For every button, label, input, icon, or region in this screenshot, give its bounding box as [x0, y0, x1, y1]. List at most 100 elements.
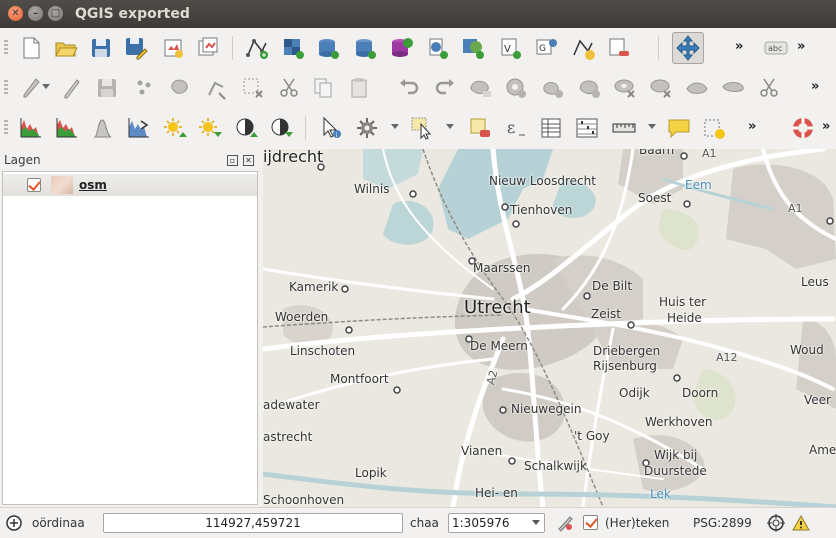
full-dataset-stretch-icon[interactable]	[126, 115, 152, 141]
close-window-button[interactable]: ✕	[8, 6, 23, 21]
cumulative-cut-icon[interactable]	[90, 115, 116, 141]
decrease-brightness-icon[interactable]	[197, 115, 223, 141]
histogram-stretch-icon[interactable]	[18, 115, 44, 141]
open-project-icon[interactable]	[53, 35, 79, 61]
add-part-icon[interactable]	[540, 75, 566, 101]
maximize-window-button[interactable]: □	[48, 6, 63, 21]
map-label: Nieuw Loosdrecht	[489, 174, 596, 188]
toolbar-grip[interactable]	[4, 40, 8, 56]
svg-text:G: G	[539, 44, 546, 54]
select-features-dropdown[interactable]	[446, 124, 454, 129]
chevron-down-icon[interactable]	[532, 520, 540, 525]
label-toolbar-icon[interactable]: abc	[763, 35, 788, 61]
field-calculator-icon[interactable]: ε	[503, 115, 529, 141]
toolbar-overflow-button[interactable]: »	[748, 119, 756, 134]
copy-features-icon[interactable]	[310, 75, 336, 101]
remove-layer-icon[interactable]	[605, 35, 631, 61]
map-canvas[interactable]: ijdrecht Wilnis Nieuw Loosdrecht Baarn A…	[263, 149, 836, 507]
coordinate-field[interactable]: 114927,459721	[103, 513, 403, 533]
simplify-feature-icon[interactable]	[468, 75, 494, 101]
add-oracle-layer-icon[interactable]	[424, 35, 450, 61]
new-project-icon[interactable]	[18, 35, 44, 61]
toggle-editing-icon[interactable]	[58, 75, 84, 101]
add-postgis-layer-icon[interactable]	[315, 35, 341, 61]
toolbar-grip[interactable]	[4, 120, 8, 136]
raster-attributes-toolbar: i ε » »	[0, 108, 836, 148]
new-bookmark-icon[interactable]	[701, 115, 727, 141]
save-layer-edits-icon[interactable]	[94, 75, 120, 101]
pan-map-icon[interactable]	[672, 32, 704, 64]
fill-ring-icon[interactable]	[577, 75, 603, 101]
window-title: QGIS exported	[75, 6, 190, 22]
save-project-as-icon[interactable]	[123, 35, 149, 61]
decrease-contrast-icon[interactable]	[268, 115, 294, 141]
minimize-window-button[interactable]: –	[28, 6, 43, 21]
increase-contrast-icon[interactable]	[233, 115, 259, 141]
open-attribute-table-icon[interactable]	[538, 115, 564, 141]
new-vector-layer-icon[interactable]	[244, 35, 270, 61]
action-dropdown[interactable]	[391, 124, 399, 129]
cut-features-icon[interactable]	[276, 75, 302, 101]
add-wcs-layer-icon[interactable]: V	[497, 35, 523, 61]
toolbar-overflow-button-2[interactable]: »	[797, 39, 805, 54]
crs-status-icon[interactable]	[767, 514, 785, 532]
render-checkbox[interactable]	[583, 515, 598, 530]
add-feature-icon[interactable]	[132, 75, 158, 101]
composer-manager-icon[interactable]	[195, 35, 221, 61]
add-wfs-layer-icon[interactable]: G	[533, 35, 559, 61]
delete-selected-icon[interactable]	[240, 75, 266, 101]
add-delimited-text-layer-icon[interactable]	[570, 35, 596, 61]
statistics-icon[interactable]	[574, 115, 600, 141]
layers-tree[interactable]: osm	[2, 171, 258, 505]
scale-combobox[interactable]: 1:305976	[448, 513, 545, 533]
paste-features-icon[interactable]	[346, 75, 372, 101]
deselect-all-icon[interactable]	[467, 115, 493, 141]
message-log-icon[interactable]	[792, 514, 810, 532]
add-ring-icon[interactable]	[503, 75, 529, 101]
action-icon[interactable]	[354, 115, 380, 141]
layer-visibility-checkbox[interactable]	[27, 178, 41, 192]
redo-icon[interactable]	[432, 75, 458, 101]
float-panel-icon[interactable]: ▫	[227, 155, 238, 166]
coordinate-toggle-icon[interactable]	[5, 514, 23, 532]
map-label: Linschoten	[290, 344, 356, 358]
measure-dropdown[interactable]	[648, 124, 656, 129]
reshape-icon[interactable]	[684, 75, 710, 101]
offset-curve-icon[interactable]	[720, 75, 746, 101]
map-label: Tienhoven	[510, 203, 573, 217]
crs-label[interactable]: PSG:2899	[693, 516, 752, 530]
stop-render-icon[interactable]	[556, 514, 574, 532]
render-label: (Her)teken	[605, 516, 670, 530]
layer-thumbnail-icon	[51, 176, 73, 194]
toolbar-overflow-button[interactable]: »	[735, 39, 743, 54]
toolbar-grip[interactable]	[4, 80, 8, 96]
split-features-icon[interactable]	[756, 75, 782, 101]
delete-part-icon[interactable]	[648, 75, 674, 101]
measure-line-icon[interactable]	[611, 115, 637, 141]
current-edits-dropdown[interactable]	[42, 84, 50, 89]
toolbar-overflow-button[interactable]: »	[811, 79, 819, 94]
scale-label: chaa	[410, 516, 439, 530]
help-contents-icon[interactable]	[790, 115, 816, 141]
local-stretch-icon[interactable]	[54, 115, 80, 141]
undo-icon[interactable]	[396, 75, 422, 101]
map-label: De Bilt	[592, 279, 633, 293]
add-wms-layer-icon[interactable]	[460, 35, 486, 61]
add-mssql-layer-icon[interactable]	[388, 35, 414, 61]
select-features-icon[interactable]	[409, 115, 435, 141]
delete-ring-icon[interactable]	[612, 75, 638, 101]
current-edits-icon[interactable]	[18, 75, 44, 101]
new-print-composer-icon[interactable]	[160, 35, 186, 61]
increase-brightness-icon[interactable]	[162, 115, 188, 141]
add-raster-layer-icon[interactable]	[280, 35, 306, 61]
identify-features-icon[interactable]: i	[318, 115, 344, 141]
map-tips-icon[interactable]	[666, 115, 692, 141]
move-feature-icon[interactable]	[168, 75, 194, 101]
node-tool-icon[interactable]	[204, 75, 230, 101]
save-project-icon[interactable]	[88, 35, 114, 61]
layer-item-osm[interactable]: osm	[3, 174, 257, 196]
close-panel-icon[interactable]: ✕	[243, 155, 254, 166]
map-label: Zeist	[591, 307, 621, 321]
add-spatialite-layer-icon[interactable]	[352, 35, 378, 61]
toolbar-overflow-button-2[interactable]: »	[822, 119, 830, 134]
